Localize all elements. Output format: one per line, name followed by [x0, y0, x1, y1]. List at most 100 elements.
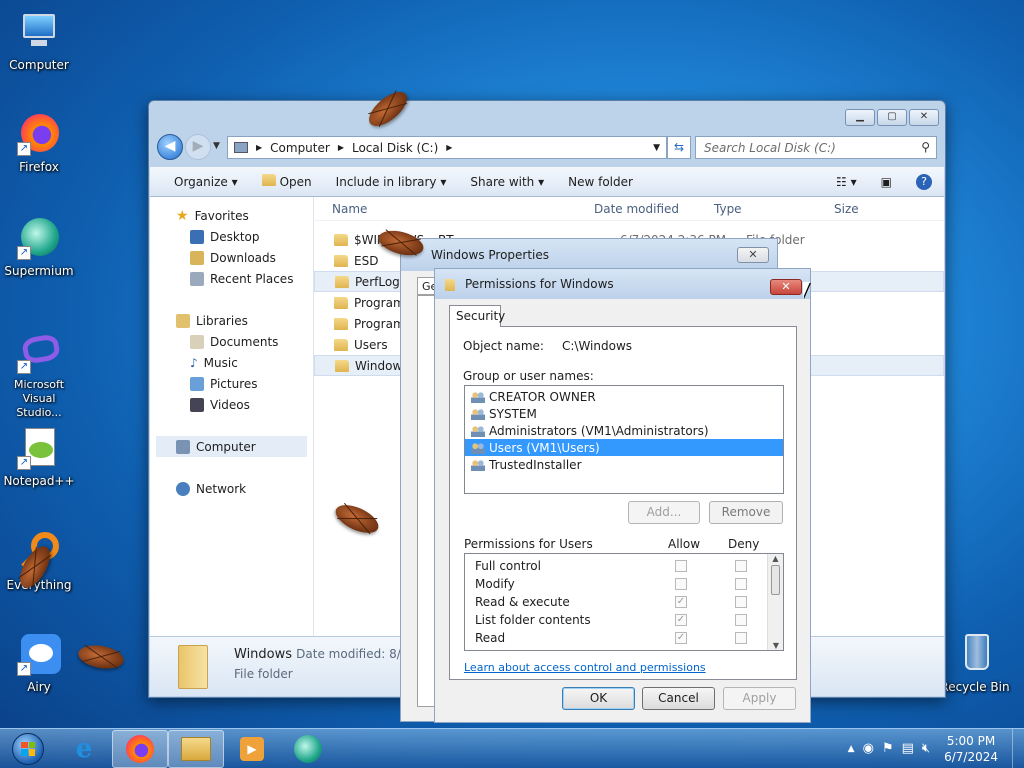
- group-item-selected[interactable]: Users (VM1\Users): [465, 439, 783, 456]
- close-button[interactable]: ✕: [909, 109, 939, 126]
- desktop-icon-visual-studio[interactable]: ↗ Microsoft Visual Studio...: [0, 330, 78, 420]
- permission-row: Read ✓: [465, 629, 783, 647]
- allow-checkbox-checked[interactable]: ✓: [675, 632, 687, 644]
- nav-documents[interactable]: Documents: [150, 331, 313, 352]
- action-center-flag-icon[interactable]: ⚑: [882, 741, 894, 756]
- column-date-modified[interactable]: Date modified: [594, 202, 679, 216]
- column-type[interactable]: Type: [714, 202, 742, 216]
- nav-favorites[interactable]: ★ Favorites: [150, 205, 313, 226]
- view-options-icon[interactable]: ☷ ▾: [824, 175, 869, 189]
- nav-desktop[interactable]: Desktop: [150, 226, 313, 247]
- properties-close-button[interactable]: ✕: [737, 247, 769, 263]
- share-with-menu[interactable]: Share with ▾: [458, 175, 556, 189]
- group-item[interactable]: SYSTEM: [465, 405, 783, 422]
- taskbar-media-player[interactable]: ▶: [224, 730, 280, 768]
- remove-button[interactable]: Remove: [709, 501, 783, 524]
- desktop-icon-computer[interactable]: Computer: [0, 10, 78, 72]
- allow-checkbox[interactable]: [675, 560, 687, 572]
- folder-icon: [334, 296, 348, 309]
- taskbar-explorer[interactable]: [168, 729, 224, 768]
- group-item[interactable]: Administrators (VM1\Administrators): [465, 422, 783, 439]
- search-icon[interactable]: ⚲: [921, 140, 930, 154]
- nav-pictures[interactable]: Pictures: [150, 373, 313, 394]
- firefox-icon: [126, 734, 154, 763]
- music-icon: ♪: [190, 355, 198, 370]
- documents-icon: [190, 334, 204, 349]
- nav-music[interactable]: ♪ Music: [150, 352, 313, 373]
- deny-checkbox[interactable]: [735, 560, 747, 572]
- start-button[interactable]: [0, 729, 56, 768]
- help-icon[interactable]: ?: [904, 173, 944, 190]
- desktop-icon-label: Notepad++: [3, 474, 75, 488]
- apply-button[interactable]: Apply: [723, 687, 796, 710]
- minimize-button[interactable]: ▁: [845, 109, 875, 126]
- nav-computer[interactable]: Computer: [156, 436, 307, 457]
- folder-open-icon: [261, 174, 276, 186]
- preview-pane-icon[interactable]: ▣: [869, 175, 904, 189]
- desktop-icon-label: Recycle Bin: [940, 680, 1010, 694]
- libraries-icon: [176, 313, 190, 328]
- desktop-icon-recycle-bin[interactable]: Recycle Bin: [936, 632, 1014, 694]
- cancel-button[interactable]: Cancel: [642, 687, 715, 710]
- maximize-button[interactable]: ▢: [877, 109, 907, 126]
- column-size[interactable]: Size: [834, 202, 859, 216]
- taskbar-ie[interactable]: e: [56, 730, 112, 768]
- network-tray-icon[interactable]: ◉: [863, 741, 874, 756]
- learn-access-control-link[interactable]: Learn about access control and permissio…: [464, 661, 706, 674]
- group-item[interactable]: CREATOR OWNER: [465, 388, 783, 405]
- display-tray-icon[interactable]: ▤: [902, 741, 914, 756]
- address-box[interactable]: ▶ Computer ▶ Local Disk (C:) ▶ ▼: [227, 136, 667, 159]
- breadcrumb-local-disk[interactable]: Local Disk (C:): [352, 141, 438, 155]
- volume-muted-icon[interactable]: 🔇︎: [922, 741, 930, 756]
- taskbar-firefox[interactable]: [112, 729, 168, 768]
- desktop-icon-supermium[interactable]: ↗ Supermium: [0, 216, 78, 278]
- permissions-scrollbar[interactable]: ▲ ▼: [767, 554, 783, 650]
- nav-network[interactable]: Network: [150, 478, 313, 499]
- deny-checkbox[interactable]: [735, 596, 747, 608]
- show-desktop-button[interactable]: [1012, 728, 1024, 768]
- search-input[interactable]: Search Local Disk (C:) ⚲: [695, 136, 937, 159]
- forward-button[interactable]: ▶: [185, 134, 211, 160]
- explorer-folder-icon: [181, 736, 211, 761]
- allow-checkbox-checked[interactable]: ✓: [675, 596, 687, 608]
- desktop-icon-notepadpp[interactable]: ↗ Notepad++: [0, 426, 78, 488]
- back-button[interactable]: ◀: [157, 134, 183, 160]
- desktop-icon-airy[interactable]: ↗ Airy: [0, 632, 78, 694]
- nav-downloads[interactable]: Downloads: [150, 247, 313, 268]
- nav-videos[interactable]: Videos: [150, 394, 313, 415]
- group-item[interactable]: TrustedInstaller: [465, 456, 783, 473]
- permissions-list[interactable]: Full control Modify Read & execute ✓ List…: [464, 553, 784, 651]
- clock[interactable]: 5:00 PM 6/7/2024: [944, 733, 998, 765]
- desktop-icon-firefox[interactable]: ↗ Firefox: [0, 112, 78, 174]
- recent-pages-dropdown-icon[interactable]: ▼: [213, 141, 220, 151]
- ok-button[interactable]: OK: [562, 687, 635, 710]
- refresh-icon[interactable]: ⇆: [667, 136, 691, 159]
- open-button[interactable]: Open: [250, 174, 324, 189]
- tab-security[interactable]: Security: [449, 305, 505, 327]
- network-icon: [176, 481, 190, 496]
- column-name[interactable]: Name: [332, 202, 367, 216]
- breadcrumb-separator-icon: ▶: [256, 143, 263, 152]
- organize-menu[interactable]: Organize ▾: [150, 175, 250, 189]
- new-folder-button[interactable]: New folder: [556, 175, 645, 189]
- taskbar-supermium[interactable]: [280, 730, 336, 768]
- address-dropdown-icon[interactable]: ▼: [653, 143, 660, 153]
- folder-icon: [335, 359, 349, 372]
- deny-checkbox[interactable]: [735, 614, 747, 626]
- nav-libraries[interactable]: Libraries: [150, 310, 313, 331]
- airy-icon: ↗: [17, 632, 61, 676]
- nav-recent-places[interactable]: Recent Places: [150, 268, 313, 289]
- clock-date: 6/7/2024: [944, 749, 998, 764]
- allow-checkbox-checked[interactable]: ✓: [675, 614, 687, 626]
- add-button[interactable]: Add...: [628, 501, 700, 524]
- include-in-library-menu[interactable]: Include in library ▾: [324, 175, 459, 189]
- allow-checkbox[interactable]: [675, 578, 687, 590]
- permissions-dialog[interactable]: Permissions for Windows ✕ Security Objec…: [434, 268, 811, 723]
- breadcrumb-computer[interactable]: Computer: [270, 141, 330, 155]
- group-list[interactable]: CREATOR OWNER SYSTEM Administrators (VM1…: [464, 385, 784, 494]
- deny-checkbox[interactable]: [735, 632, 747, 644]
- deny-checkbox[interactable]: [735, 578, 747, 590]
- permissions-close-button[interactable]: ✕: [770, 279, 802, 295]
- show-hidden-icons-icon[interactable]: ▲: [848, 744, 855, 754]
- shortcut-arrow-icon: ↗: [17, 142, 31, 156]
